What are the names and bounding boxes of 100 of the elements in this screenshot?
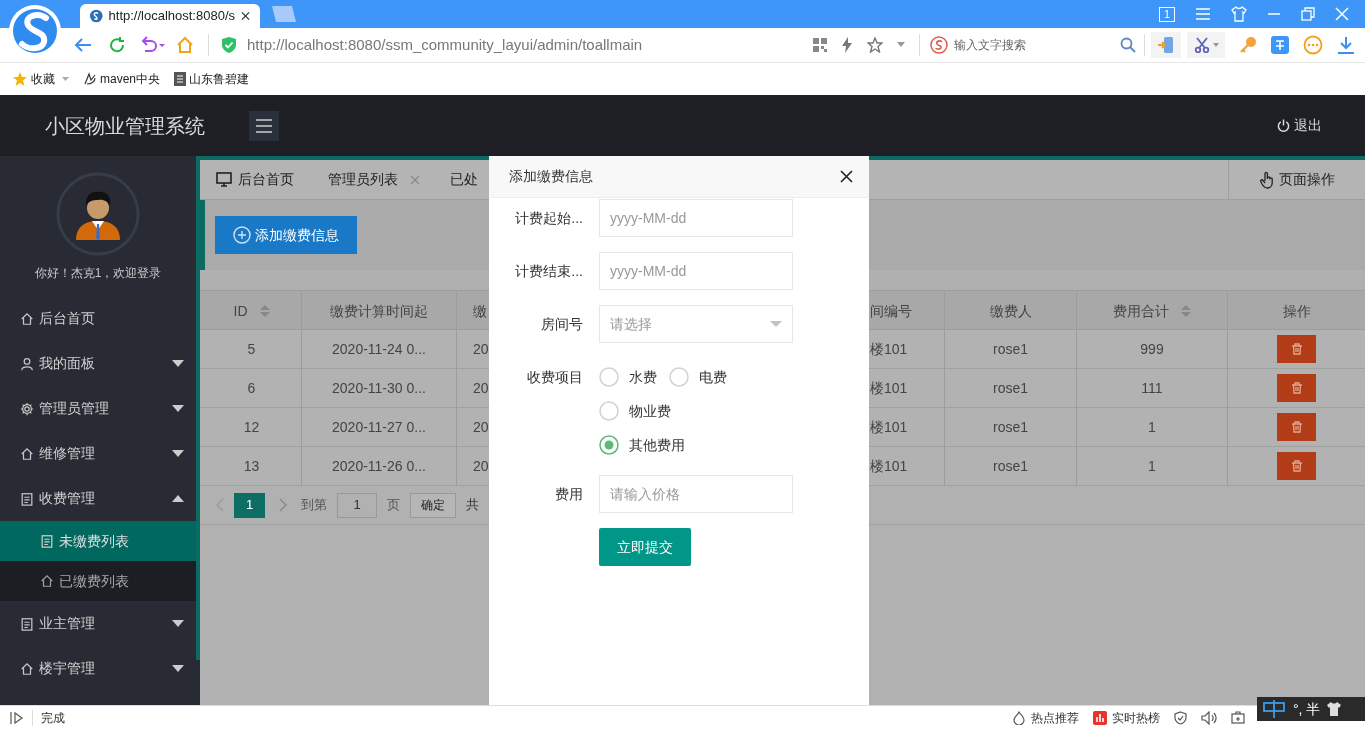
more-icon[interactable] — [1303, 35, 1323, 55]
menu-button[interactable] — [249, 110, 279, 141]
search-icon[interactable] — [1120, 37, 1136, 53]
download-icon[interactable] — [1337, 36, 1355, 54]
radio-option[interactable]: 水费 — [599, 360, 669, 394]
chart-icon — [1093, 710, 1107, 725]
sort-icon[interactable] — [1181, 304, 1191, 318]
shirt-icon[interactable] — [1231, 6, 1247, 22]
page-input[interactable]: 1 — [337, 492, 377, 518]
document-icon — [174, 72, 187, 86]
delete-button[interactable] — [1277, 413, 1316, 441]
home-icon — [20, 311, 34, 326]
gear-icon — [20, 401, 34, 416]
back-icon[interactable] — [74, 37, 92, 53]
phone-transfer-button[interactable] — [1151, 32, 1181, 58]
caret-icon — [1212, 43, 1219, 47]
key-icon[interactable] — [1239, 36, 1257, 54]
toolbox-icon[interactable] — [1231, 711, 1245, 724]
new-tab-button[interactable] — [270, 6, 298, 22]
caret-icon[interactable] — [897, 42, 905, 48]
clipboard-icon — [20, 491, 34, 506]
radio-selected[interactable] — [599, 435, 619, 455]
field-label: 收费项目 — [526, 367, 583, 387]
table-cell: 1 — [1077, 447, 1228, 486]
logout-button[interactable]: 退出 — [1277, 115, 1322, 136]
monitor-icon — [216, 172, 232, 187]
search-field[interactable]: 输入文字搜索 — [930, 32, 1136, 58]
delete-button[interactable] — [1277, 452, 1316, 480]
dialog-title: 添加缴费信息 — [509, 167, 593, 186]
bookmark-item[interactable]: maven中央 — [83, 70, 161, 88]
shield-icon[interactable] — [1174, 710, 1187, 725]
delete-button[interactable] — [1277, 335, 1316, 363]
welcome-text: 你好！杰克1，欢迎登录 — [34, 265, 162, 282]
field-label: 费用 — [554, 484, 583, 504]
home-icon — [20, 446, 34, 461]
sidebar-item[interactable]: 维修管理 — [0, 431, 196, 476]
table-cell-text: 20 — [472, 418, 489, 437]
column-header[interactable]: 缴 — [457, 291, 489, 331]
next-page-icon[interactable] — [279, 498, 287, 512]
table-cell-text: 20 — [472, 340, 489, 359]
browser-tab[interactable]: http://localhost:8080/s — [80, 4, 260, 28]
qr-code-icon[interactable] — [813, 38, 827, 52]
table-cell: 2020-11-26 0... — [302, 447, 457, 486]
bookmark-item[interactable]: 收藏 — [12, 70, 69, 88]
table-cell: 13 — [202, 447, 302, 486]
sidebar-item[interactable]: 楼宇管理 — [0, 646, 196, 691]
plus-circle-icon — [233, 226, 251, 244]
radio-unselected[interactable] — [599, 401, 619, 421]
sidebar-item[interactable]: 后台首页 — [0, 296, 196, 341]
radio-unselected[interactable] — [669, 367, 689, 387]
undo-icon[interactable] — [140, 36, 166, 54]
field-label: 房间号 — [540, 314, 583, 334]
restore-icon[interactable] — [1301, 7, 1315, 21]
site-icon — [90, 9, 103, 23]
translate-icon[interactable] — [1271, 36, 1289, 54]
trash-icon — [1290, 382, 1303, 394]
radio-unselected[interactable] — [599, 367, 619, 387]
field-label: 计费结束... — [514, 261, 583, 281]
page-tab[interactable]: 管理员列表 — [328, 159, 450, 200]
star-icon — [12, 71, 28, 87]
radio-option[interactable]: 其他费用 — [599, 428, 697, 462]
column-header[interactable]: 操作 — [1228, 291, 1365, 331]
confirm-button[interactable]: 确定 — [410, 492, 456, 518]
input-method-bar[interactable]: °, 半 — [1257, 697, 1365, 721]
trash-icon — [1290, 421, 1303, 433]
page-actions-button[interactable]: 页面操作 — [1228, 159, 1365, 200]
sidebar-item[interactable]: 收费管理 — [0, 476, 196, 521]
bookmark-item[interactable]: 山东鲁碧建 — [174, 70, 250, 88]
close-icon[interactable] — [840, 170, 853, 183]
lightning-icon[interactable] — [841, 37, 853, 53]
page-tab[interactable]: 后台首页 — [200, 159, 328, 200]
app-title: 小区物业管理系统 — [45, 113, 205, 139]
input-mode-icon — [1261, 699, 1287, 719]
submit-button[interactable]: 立即提交 — [599, 528, 691, 566]
scissors-button[interactable] — [1187, 32, 1225, 58]
input-method-status: °, 半 — [1293, 699, 1321, 719]
sort-icon[interactable] — [259, 304, 270, 318]
home-icon[interactable] — [176, 36, 194, 54]
refresh-icon[interactable] — [108, 36, 126, 54]
sidebar-item[interactable]: 我的面板 — [0, 341, 196, 386]
speaker-icon[interactable] — [1201, 710, 1217, 725]
page-unit: 页 — [387, 496, 400, 515]
close-icon[interactable] — [241, 11, 250, 21]
add-button[interactable]: 添加缴费信息 — [215, 216, 357, 254]
scissors-icon — [1193, 37, 1210, 53]
sidebar-toggle-icon[interactable] — [10, 711, 24, 724]
radio-option[interactable]: 物业费 — [599, 394, 683, 428]
status-link[interactable]: 实时热榜 — [1093, 708, 1160, 727]
status-link[interactable]: 热点推荐 — [1012, 708, 1079, 727]
field-label: 计费起始... — [514, 208, 583, 228]
delete-button[interactable] — [1277, 374, 1316, 402]
sidebar-item[interactable]: 业主管理 — [0, 601, 196, 646]
current-page[interactable]: 1 — [234, 492, 265, 518]
sidebar-item[interactable]: 管理员管理 — [0, 386, 196, 431]
hand-icon — [1259, 170, 1275, 189]
address-bar[interactable]: http://localhost:8080/ssm_community_layui/admin/toallmain — [247, 33, 643, 57]
radio-option[interactable]: 电费 — [669, 360, 739, 394]
menu-icon[interactable] — [1195, 7, 1211, 21]
star-icon[interactable] — [867, 37, 883, 53]
goto-label: 到第 — [301, 496, 327, 515]
